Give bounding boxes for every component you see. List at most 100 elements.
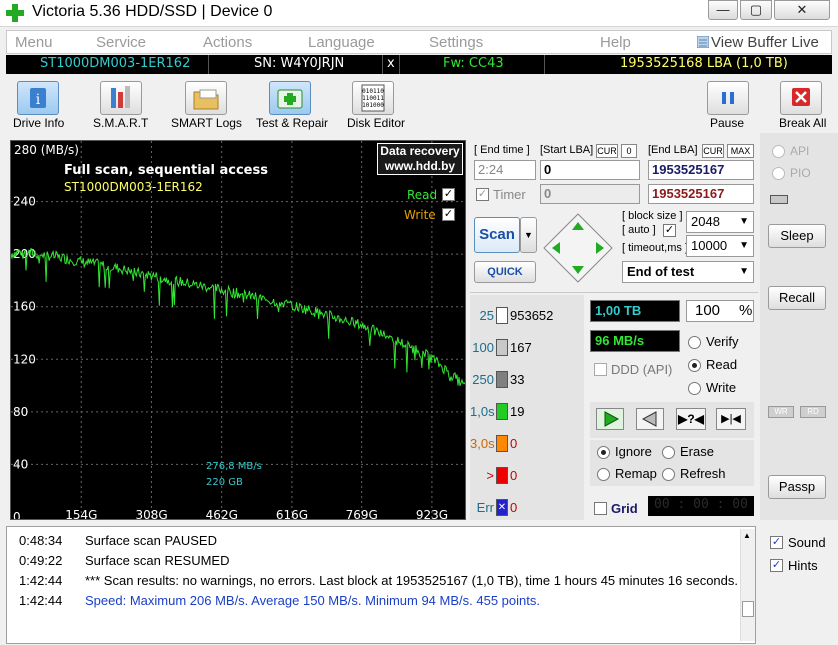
api-radio[interactable] bbox=[772, 145, 785, 158]
end-lba-field-2[interactable]: 1953525167 bbox=[648, 184, 754, 204]
menu-menu[interactable]: Menu bbox=[15, 34, 53, 51]
grid-checkbox[interactable] bbox=[594, 502, 607, 515]
scroll-up-icon[interactable]: ▲ bbox=[743, 531, 751, 540]
stat-label: 250 bbox=[472, 372, 494, 387]
verify-radio[interactable] bbox=[688, 336, 701, 349]
passp-button[interactable]: Passp bbox=[768, 475, 826, 499]
current-speed: 96 MB/s bbox=[590, 330, 680, 352]
data-recovery-line1: Data recovery bbox=[380, 144, 460, 158]
pio-label: PIO bbox=[790, 166, 811, 180]
scroll-thumb[interactable] bbox=[742, 601, 754, 617]
drive-serial: SN: W4Y0JRJN bbox=[254, 56, 345, 71]
pio-radio[interactable] bbox=[772, 167, 785, 180]
quick-button[interactable]: QUICK bbox=[474, 261, 536, 283]
end-lba-field[interactable]: 1953525167 bbox=[648, 160, 754, 180]
menu-actions[interactable]: Actions bbox=[203, 34, 252, 51]
smart-logs-button[interactable] bbox=[185, 81, 227, 115]
legend-write-checkbox[interactable]: ✓ bbox=[442, 208, 455, 221]
chevron-down-icon: ▼ bbox=[739, 240, 749, 251]
end-time-field[interactable]: 2:24 bbox=[474, 160, 536, 180]
drive-capacity: 1953525168 LBA (1,0 TB) bbox=[620, 56, 788, 71]
info-close[interactable]: x bbox=[387, 56, 395, 71]
refresh-radio[interactable] bbox=[662, 468, 675, 481]
ignore-radio[interactable] bbox=[597, 446, 610, 459]
stat-color-swatch bbox=[496, 403, 508, 420]
random-seek-button[interactable]: ▶?◀ bbox=[676, 408, 706, 430]
x-tick-label: 616G bbox=[276, 508, 308, 520]
log-message: Surface scan PAUSED bbox=[85, 533, 217, 548]
block-size-value: 2048 bbox=[691, 214, 720, 229]
refresh-label: Refresh bbox=[680, 466, 726, 481]
timer-label: Timer bbox=[493, 187, 526, 202]
stop-icon bbox=[792, 88, 810, 106]
close-button[interactable]: ✕ bbox=[774, 0, 830, 20]
auto-checkbox[interactable]: ✓ bbox=[663, 224, 676, 237]
remap-radio[interactable] bbox=[597, 468, 610, 481]
start-zero-button[interactable]: 0 bbox=[621, 144, 637, 158]
log-panel: 0:48:34 Surface scan PAUSED 0:49:22 Surface… bbox=[6, 526, 756, 644]
read-radio[interactable] bbox=[688, 359, 701, 372]
start-cur-button[interactable]: CUR bbox=[596, 144, 618, 158]
break-all-label: Break All bbox=[779, 116, 827, 130]
stat-count: 953652 bbox=[510, 308, 554, 323]
ddd-checkbox[interactable] bbox=[594, 363, 607, 376]
log-time: 0:49:22 bbox=[19, 553, 63, 568]
minimize-button[interactable]: — bbox=[708, 0, 738, 20]
smart-button[interactable] bbox=[100, 81, 142, 115]
log-entry: 0:49:22 Surface scan RESUMED bbox=[19, 553, 230, 568]
timeout-select[interactable]: 10000 ▼ bbox=[686, 235, 754, 257]
test-repair-button[interactable] bbox=[269, 81, 311, 115]
stat-label: Err bbox=[476, 500, 494, 515]
log-entry: 0:48:34 Surface scan PAUSED bbox=[19, 533, 217, 548]
x-tick-label: 769G bbox=[346, 508, 378, 520]
timer-field[interactable]: 0 bbox=[540, 184, 640, 204]
remap-label: Remap bbox=[615, 466, 657, 481]
sound-checkbox[interactable]: ✓ bbox=[770, 536, 783, 549]
maximize-button[interactable]: ▢ bbox=[740, 0, 772, 20]
pause-button[interactable] bbox=[707, 81, 749, 115]
scan-dropdown-arrow[interactable]: ▼ bbox=[520, 217, 537, 253]
end-time-label: [ End time ] bbox=[474, 144, 530, 156]
hints-label: Hints bbox=[788, 558, 818, 573]
menu-language[interactable]: Language bbox=[308, 34, 375, 51]
stat-color-swatch bbox=[496, 339, 508, 356]
menu-help[interactable]: Help bbox=[600, 34, 631, 51]
hints-checkbox[interactable]: ✓ bbox=[770, 559, 783, 572]
device-indicator bbox=[770, 195, 788, 204]
drive-firmware: Fw: CC43 bbox=[443, 56, 504, 71]
reverse-button[interactable] bbox=[636, 408, 664, 430]
stat-label: 3,0s bbox=[470, 436, 495, 451]
drive-info-bar: ST1000DM003-1ER162 SN: W4Y0JRJN x Fw: CC… bbox=[6, 55, 832, 74]
play-button[interactable] bbox=[596, 408, 624, 430]
log-scrollbar[interactable]: ▲ bbox=[740, 529, 755, 641]
menu-service[interactable]: Service bbox=[96, 34, 146, 51]
cursor-position: 220 GB bbox=[206, 477, 243, 488]
menu-settings[interactable]: Settings bbox=[429, 34, 483, 51]
end-max-button[interactable]: MAX bbox=[727, 144, 754, 158]
direction-pad[interactable] bbox=[542, 212, 614, 284]
sleep-button[interactable]: Sleep bbox=[768, 224, 826, 248]
scan-button[interactable]: Scan bbox=[474, 217, 520, 253]
svg-text:101000: 101000 bbox=[362, 102, 384, 109]
erase-radio[interactable] bbox=[662, 446, 675, 459]
control-panel: [ End time ] [Start LBA] CUR 0 [End LBA]… bbox=[470, 140, 758, 520]
ignore-label: Ignore bbox=[615, 444, 652, 459]
write-radio[interactable] bbox=[688, 382, 701, 395]
drive-info-button[interactable]: i bbox=[17, 81, 59, 115]
stat-label: 100 bbox=[472, 340, 494, 355]
start-lba-field[interactable]: 0 bbox=[540, 160, 640, 180]
data-recovery-badge[interactable]: Data recovery www.hdd.by bbox=[377, 143, 463, 175]
disk-editor-button[interactable]: 010110 110011 101000 bbox=[352, 81, 394, 115]
break-all-button[interactable] bbox=[780, 81, 822, 115]
timer-checkbox[interactable]: ✓ bbox=[476, 188, 489, 201]
erase-label: Erase bbox=[680, 444, 714, 459]
view-buffer-live[interactable]: View Buffer Live bbox=[711, 34, 819, 51]
butterfly-button[interactable]: ▶|◀ bbox=[716, 408, 746, 430]
stat-count: 33 bbox=[510, 372, 525, 387]
end-cur-button[interactable]: CUR bbox=[702, 144, 724, 158]
block-size-select[interactable]: 2048 ▼ bbox=[686, 211, 754, 233]
log-message: Speed: Maximum 206 MB/s. Average 150 MB/… bbox=[85, 593, 540, 608]
recall-button[interactable]: Recall bbox=[768, 286, 826, 310]
end-of-test-select[interactable]: End of test ▼ bbox=[622, 261, 754, 283]
legend-read-checkbox[interactable]: ✓ bbox=[442, 188, 455, 201]
